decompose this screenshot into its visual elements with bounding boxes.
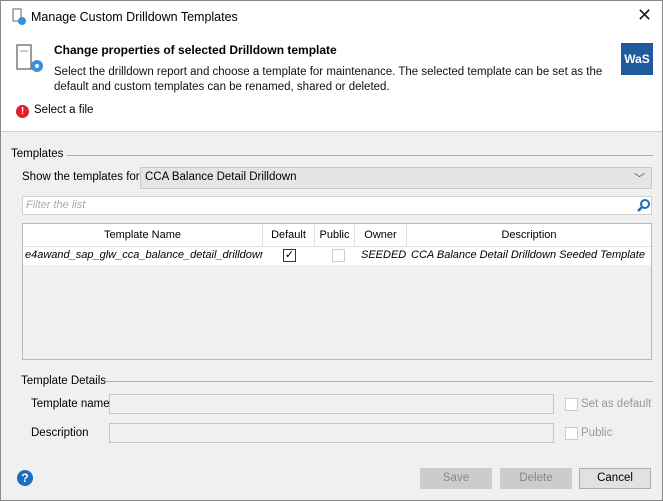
templates-table: Template Name Default Public Owner Descr… (22, 223, 652, 360)
description-input[interactable] (109, 423, 554, 443)
column-header[interactable]: Default (263, 224, 315, 247)
template-settings-icon (16, 44, 43, 72)
description-cell: CCA Balance Detail Drilldown Seeded Temp… (411, 249, 645, 261)
table-header: Template Name Default Public Owner Descr… (23, 224, 651, 247)
public-label: Public (581, 427, 613, 439)
header-title: Change properties of selected Drilldown … (54, 43, 337, 57)
report-dropdown-value: CCA Balance Detail Drilldown (145, 171, 297, 183)
was-logo: WaS (621, 43, 653, 75)
divider (67, 155, 653, 156)
header-description: Select the drilldown report and choose a… (54, 66, 603, 93)
column-header[interactable]: Template Name (23, 224, 263, 247)
table-row[interactable]: e4awand_sap_glw_cca_balance_detail_drill… (23, 247, 651, 265)
templates-group-label: Templates (11, 148, 64, 160)
report-dropdown[interactable]: CCA Balance Detail Drilldown ﹀ (140, 167, 652, 189)
error-message: Select a file (34, 104, 94, 116)
set-default-label: Set as default (581, 398, 652, 410)
search-icon[interactable] (636, 198, 651, 213)
show-templates-label: Show the templates for (22, 171, 140, 183)
cancel-button[interactable]: Cancel (579, 468, 651, 489)
filter-input[interactable]: Filter the list (22, 196, 652, 215)
template-name-label: Template name (31, 398, 110, 410)
template-settings-icon (12, 8, 26, 25)
window-title: Manage Custom Drilldown Templates (31, 10, 238, 24)
owner-cell: SEEDED (361, 249, 407, 261)
divider (105, 381, 653, 382)
template-name-input[interactable] (109, 394, 554, 414)
delete-button[interactable]: Delete (500, 468, 572, 489)
save-button[interactable]: Save (420, 468, 492, 489)
public-checkbox[interactable] (332, 249, 345, 262)
public-checkbox[interactable] (565, 427, 578, 440)
help-icon[interactable]: ? (17, 470, 33, 486)
column-header[interactable]: Description (407, 224, 651, 247)
column-header[interactable]: Owner (355, 224, 407, 247)
chevron-down-icon: ﹀ (634, 173, 645, 185)
template-details-group-label: Template Details (21, 375, 107, 387)
error-icon: ! (16, 105, 29, 118)
template-name-cell: e4awand_sap_glw_cca_balance_detail_drill… (25, 249, 263, 261)
close-icon[interactable]: ✕ (637, 5, 652, 26)
column-header[interactable]: Public (315, 224, 355, 247)
set-default-checkbox[interactable] (565, 398, 578, 411)
description-label: Description (31, 427, 89, 439)
default-checkbox[interactable]: ✓ (283, 249, 296, 262)
